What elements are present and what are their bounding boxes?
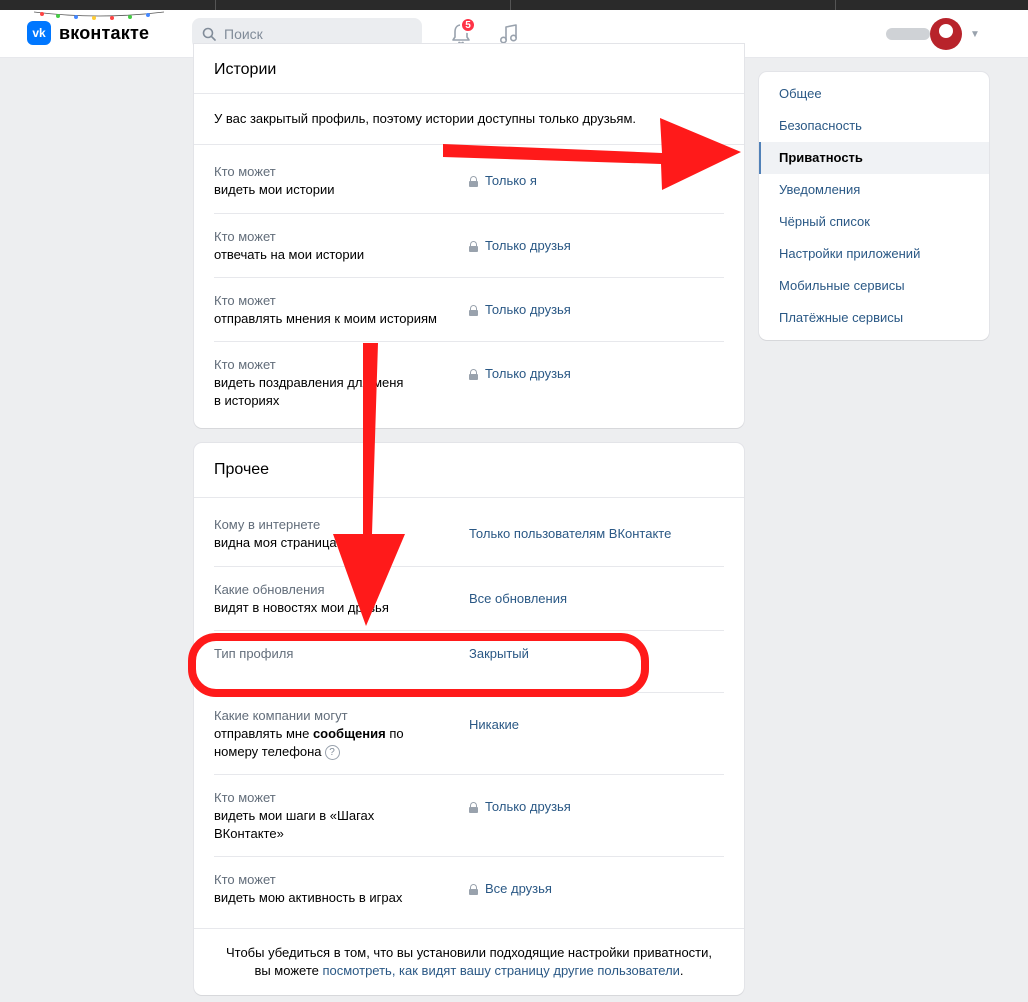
garland-decoration: [34, 11, 164, 20]
menu-item-general[interactable]: Общее: [759, 78, 989, 110]
stories-note: У вас закрытый профиль, поэтому истории …: [194, 94, 744, 145]
stories-rows: Кто может видеть мои истории Только я Кт…: [194, 145, 744, 428]
browser-top-strip: [0, 0, 1028, 10]
menu-item-notifications[interactable]: Уведомления: [759, 174, 989, 206]
setting-label: Кто может видеть поздравления для меня в…: [214, 357, 404, 408]
list-item[interactable]: Кто может видеть мои шаги в «Шагах ВКонт…: [214, 775, 724, 857]
tab-divider: [835, 0, 836, 10]
setting-label: Кому в интернете видна моя страница: [214, 517, 337, 550]
menu-item-app-settings[interactable]: Настройки приложений: [759, 238, 989, 270]
view-as-others-link[interactable]: посмотреть, как видят вашу страницу друг…: [322, 963, 679, 978]
list-item[interactable]: Тип профиля Закрытый: [214, 631, 724, 693]
setting-value[interactable]: Только друзья: [469, 237, 571, 255]
menu-item-payment-services[interactable]: Платёжные сервисы: [759, 302, 989, 334]
notifications-badge: 5: [460, 17, 476, 33]
setting-value[interactable]: Все обновления: [469, 590, 567, 608]
settings-menu: Общее Безопасность Приватность Уведомлен…: [759, 72, 989, 340]
other-card: Прочее Кому в интернете видна моя страни…: [194, 443, 744, 995]
list-item[interactable]: Кто может видеть мою активность в играх …: [214, 857, 724, 928]
vk-logo-icon: vk: [27, 21, 51, 45]
list-item[interactable]: Кто может видеть поздравления для меня в…: [214, 342, 724, 428]
list-item[interactable]: Какие компании могут отправлять мне сооб…: [214, 693, 724, 775]
list-item[interactable]: Кто может отвечать на мои истории Только…: [214, 214, 724, 278]
setting-label: Кто может видеть мою активность в играх: [214, 872, 403, 905]
vk-logo[interactable]: vk вконтакте: [27, 21, 149, 45]
stories-title: Истории: [194, 44, 744, 94]
lock-icon: [469, 304, 478, 316]
setting-value[interactable]: Закрытый: [469, 645, 529, 663]
setting-label: Кто может видеть мои шаги в «Шагах ВКонт…: [214, 790, 375, 841]
other-title: Прочее: [194, 443, 744, 498]
search-icon: [202, 27, 216, 41]
setting-label: Кто может отправлять мнения к моим истор…: [214, 293, 437, 326]
list-item[interactable]: Кто может видеть мои истории Только я: [214, 145, 724, 214]
lock-icon: [469, 240, 478, 252]
menu-item-mobile-services[interactable]: Мобильные сервисы: [759, 270, 989, 302]
setting-value[interactable]: Все друзья: [469, 880, 552, 898]
setting-label: Кто может видеть мои истории: [214, 164, 335, 197]
setting-label: Кто может отвечать на мои истории: [214, 229, 365, 262]
user-menu[interactable]: ▼: [886, 18, 980, 50]
lock-icon: [469, 175, 478, 187]
lock-icon: [469, 883, 478, 895]
setting-value[interactable]: Только друзья: [469, 798, 571, 816]
search-input[interactable]: [224, 25, 404, 42]
menu-item-blacklist[interactable]: Чёрный список: [759, 206, 989, 238]
setting-label: Какие компании могут отправлять мне сооб…: [214, 708, 404, 761]
setting-label: Какие обновления видят в новостях мои др…: [214, 582, 389, 615]
setting-value[interactable]: Никакие: [469, 716, 519, 734]
other-rows: Кому в интернете видна моя страница Толь…: [194, 498, 744, 928]
help-icon[interactable]: ?: [324, 745, 340, 761]
setting-value[interactable]: Только пользователям ВКонтакте: [469, 525, 671, 543]
list-item[interactable]: Кому в интернете видна моя страница Толь…: [214, 498, 724, 567]
setting-value[interactable]: Только друзья: [469, 301, 571, 319]
lock-icon: [469, 368, 478, 380]
menu-item-privacy[interactable]: Приватность: [759, 142, 989, 174]
chevron-down-icon: ▼: [970, 28, 980, 40]
vk-logo-text: вконтакте: [59, 22, 150, 43]
list-item[interactable]: Какие обновления видят в новостях мои др…: [214, 567, 724, 631]
lock-icon: [469, 801, 478, 813]
setting-label: Тип профиля: [214, 646, 294, 661]
avatar: [930, 18, 962, 50]
setting-value[interactable]: Только я: [469, 172, 537, 190]
tab-divider: [215, 0, 216, 10]
menu-item-security[interactable]: Безопасность: [759, 110, 989, 142]
stories-card: Истории У вас закрытый профиль, поэтому …: [194, 44, 744, 428]
list-item[interactable]: Кто может отправлять мнения к моим истор…: [214, 278, 724, 342]
user-name-blurred: [886, 28, 930, 40]
setting-value[interactable]: Только друзья: [469, 365, 571, 383]
tab-divider: [510, 0, 511, 10]
privacy-footer-note: Чтобы убедиться в том, что вы установили…: [194, 928, 744, 995]
music-icon[interactable]: [498, 22, 520, 46]
